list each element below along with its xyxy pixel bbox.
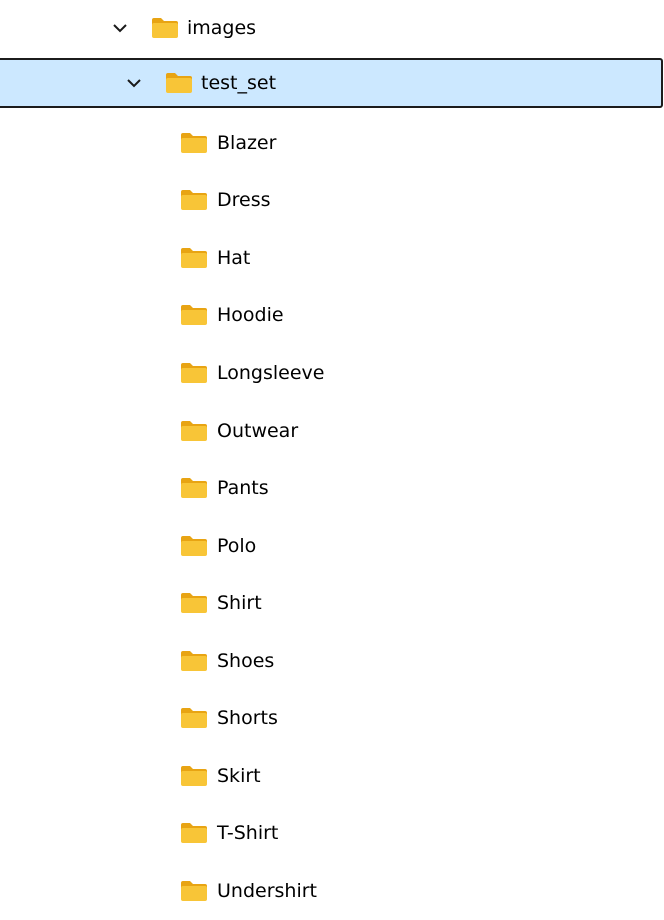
tree-item-label: Longsleeve: [217, 362, 325, 384]
tree-item-label: Hoodie: [217, 304, 284, 326]
tree-item-label: T-Shirt: [217, 822, 279, 844]
chevron-down-icon[interactable]: [111, 19, 129, 37]
folder-icon: [181, 823, 207, 843]
tree-item-label: Dress: [217, 189, 271, 211]
folder-icon: [181, 881, 207, 901]
folder-icon: [181, 478, 207, 498]
tree-item-hoodie[interactable]: Hoodie: [0, 290, 664, 340]
tree-item-label: test_set: [201, 72, 277, 94]
tree-item-blazer[interactable]: Blazer: [0, 118, 664, 168]
folder-icon: [181, 363, 207, 383]
folder-icon: [181, 766, 207, 786]
folder-icon: [181, 593, 207, 613]
folder-icon: [181, 421, 207, 441]
tree-item-images[interactable]: images: [0, 3, 664, 53]
folder-icon: [181, 305, 207, 325]
tree-item-label: images: [187, 17, 257, 39]
folder-icon: [181, 133, 207, 153]
tree-item-shorts[interactable]: Shorts: [0, 693, 664, 743]
tree-item-shirt[interactable]: Shirt: [0, 578, 664, 628]
tree-item-skirt[interactable]: Skirt: [0, 751, 664, 801]
tree-item-test-set[interactable]: test_set: [0, 58, 663, 108]
tree-item-label: Shoes: [217, 650, 275, 672]
folder-icon: [166, 73, 192, 93]
folder-icon: [181, 651, 207, 671]
tree-item-label: Blazer: [217, 132, 277, 154]
tree-item-shoes[interactable]: Shoes: [0, 636, 664, 686]
tree-item-label: Hat: [217, 247, 251, 269]
tree-item-hat[interactable]: Hat: [0, 233, 664, 283]
chevron-down-icon[interactable]: [125, 74, 143, 92]
tree-item-label: Pants: [217, 477, 269, 499]
tree-item-longsleeve[interactable]: Longsleeve: [0, 348, 664, 398]
tree-item-label: Shorts: [217, 707, 278, 729]
tree-item-label: Shirt: [217, 592, 262, 614]
folder-icon: [181, 536, 207, 556]
tree-item-pants[interactable]: Pants: [0, 463, 664, 513]
folder-icon: [181, 248, 207, 268]
folder-tree: images test_set Blazer Dress Hat Hoodie …: [0, 0, 664, 920]
tree-item-label: Undershirt: [217, 880, 317, 902]
folder-icon: [152, 18, 178, 38]
tree-item-polo[interactable]: Polo: [0, 521, 664, 571]
tree-item-t-shirt[interactable]: T-Shirt: [0, 808, 664, 858]
tree-item-label: Polo: [217, 535, 257, 557]
tree-item-label: Outwear: [217, 420, 299, 442]
tree-item-undershirt[interactable]: Undershirt: [0, 866, 664, 916]
tree-item-dress[interactable]: Dress: [0, 175, 664, 225]
tree-item-outwear[interactable]: Outwear: [0, 406, 664, 456]
folder-icon: [181, 708, 207, 728]
tree-item-label: Skirt: [217, 765, 261, 787]
folder-icon: [181, 190, 207, 210]
